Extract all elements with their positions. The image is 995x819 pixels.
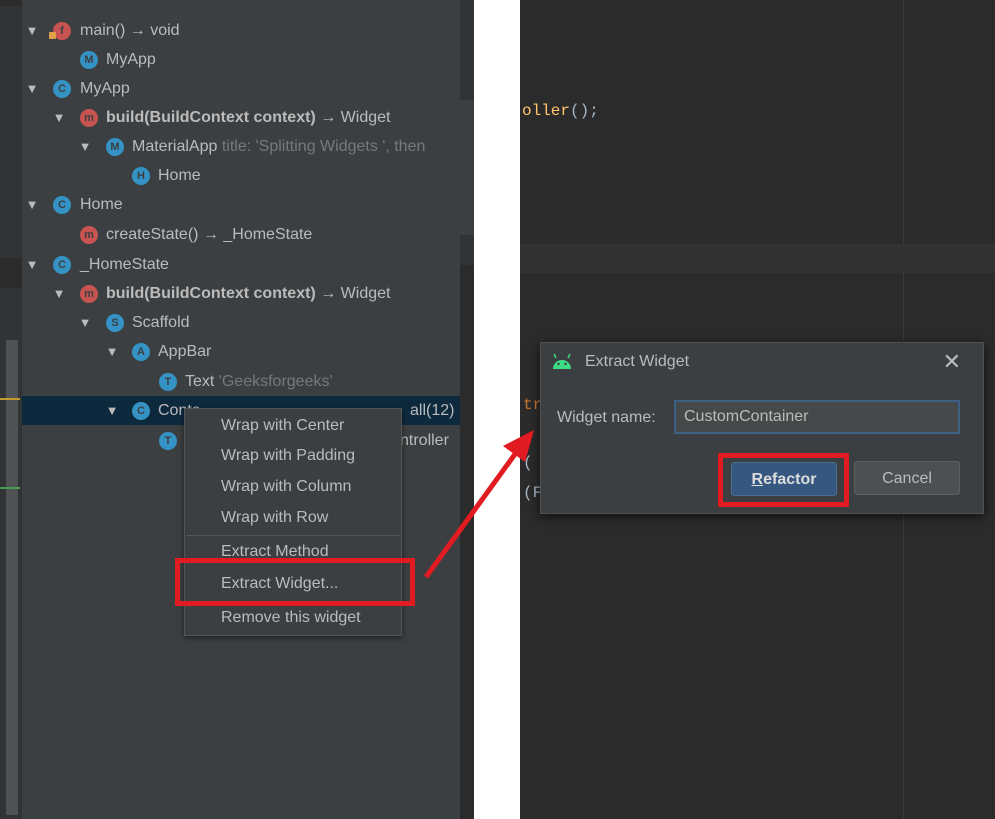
tree-label: AppBar [158,343,212,360]
tree-row[interactable]: T Text 'Geeksforgeeks' [22,367,462,396]
cancel-button[interactable]: Cancel [854,461,960,495]
widget-icon: C [132,402,150,420]
menu-item-remove-widget[interactable]: Remove this widget [185,603,401,633]
class-icon: C [53,196,71,214]
class-icon: C [53,256,71,274]
scrollbar[interactable] [6,340,18,815]
tree-row[interactable]: ▼ S Scaffold [22,308,462,337]
tree-label: build(BuildContext context) [106,109,316,126]
tree-detail: ntroller [400,432,449,449]
tree-label: _HomeState [80,256,169,273]
tree-label: main() → void [80,22,180,39]
class-icon: C [53,80,71,98]
change-marker [0,398,20,400]
widget-icon: T [159,432,177,450]
widget-icon: H [132,167,150,185]
gutter-shadow [0,0,22,6]
editor-edge [460,0,474,819]
menu-item-wrap-padding[interactable]: Wrap with Padding [185,441,401,471]
tree-row[interactable]: ▼ C MyApp [22,74,462,103]
tree-return-type: → Widget [315,285,391,302]
menu-item-wrap-center[interactable]: Wrap with Center [185,411,401,441]
menu-separator [186,535,400,536]
tree-label: MyApp [80,80,130,97]
gutter-shadow [0,258,22,288]
triangle-down-icon[interactable]: ▼ [78,132,92,161]
lock-icon [49,32,56,39]
tree-label: Home [80,196,123,213]
close-icon[interactable]: ✕ [943,349,961,375]
triangle-down-icon[interactable]: ▼ [105,396,119,425]
tree-label: Scaffold [132,314,190,331]
tree-row[interactable]: ▼ C Home [22,190,462,219]
tree-row[interactable]: m createState() → _HomeState [22,220,462,249]
dialog-title: Extract Widget [585,353,690,370]
triangle-down-icon[interactable]: ▼ [52,103,66,132]
widget-icon: S [106,314,124,332]
widget-icon: A [132,343,150,361]
function-icon: f [49,22,71,40]
tree-row[interactable]: ▼ f main() → void [22,16,462,45]
menu-item-wrap-column[interactable]: Wrap with Column [185,472,401,502]
highlight-box [175,558,415,606]
tree-detail: title: 'Splitting Widgets ', then [221,138,426,155]
left-gutter [0,0,22,819]
triangle-down-icon[interactable]: ▼ [25,74,39,103]
tree-row[interactable]: ▼ m build(BuildContext context) → Widget [22,279,462,308]
tree-label: MyApp [106,51,156,68]
tree-row[interactable]: ▼ m build(BuildContext context) → Widget [22,103,462,132]
change-marker [0,487,20,489]
triangle-down-icon[interactable]: ▼ [78,308,92,337]
triangle-down-icon[interactable]: ▼ [25,190,39,219]
triangle-down-icon[interactable]: ▼ [105,337,119,366]
tree-detail: all(12) [410,402,455,419]
current-line-highlight [520,244,995,273]
method-icon: m [80,109,98,127]
tree-row[interactable]: M MyApp [22,45,462,74]
tree-row[interactable]: ▼ M MaterialApp title: 'Splitting Widget… [22,132,462,161]
tree-detail: 'Geeksforgeeks' [218,373,333,390]
tree-row[interactable]: ▼ A AppBar [22,337,462,366]
tree-label: build(BuildContext context) [106,285,316,302]
widget-icon: M [106,138,124,156]
triangle-down-icon[interactable]: ▼ [25,16,39,45]
tree-return-type: → Widget [315,109,391,126]
method-icon: m [80,226,98,244]
tree-label: createState() → _HomeState [106,226,313,243]
tree-row[interactable]: H Home [22,161,462,190]
tree-label: Text [185,373,215,390]
widget-name-label: Widget name: [557,409,656,426]
widget-name-input[interactable]: CustomContainer [674,400,960,434]
menu-item-wrap-row[interactable]: Wrap with Row [185,503,401,533]
method-icon: M [80,51,98,69]
flutter-outline-panel: ▼ f main() → void M MyApp ▼ C MyApp ▼ m … [0,0,474,819]
tree-label: MaterialApp [132,138,218,155]
tree-row[interactable]: ▼ C _HomeState [22,250,462,279]
widget-icon: T [159,373,177,391]
highlight-box [718,453,849,507]
tree-label: Home [158,167,201,184]
code-fragment: ( [523,454,533,472]
method-icon: m [80,285,98,303]
triangle-down-icon[interactable]: ▼ [25,250,39,279]
triangle-down-icon[interactable]: ▼ [52,279,66,308]
code-line: oller(); [522,102,599,120]
android-icon [553,353,571,369]
